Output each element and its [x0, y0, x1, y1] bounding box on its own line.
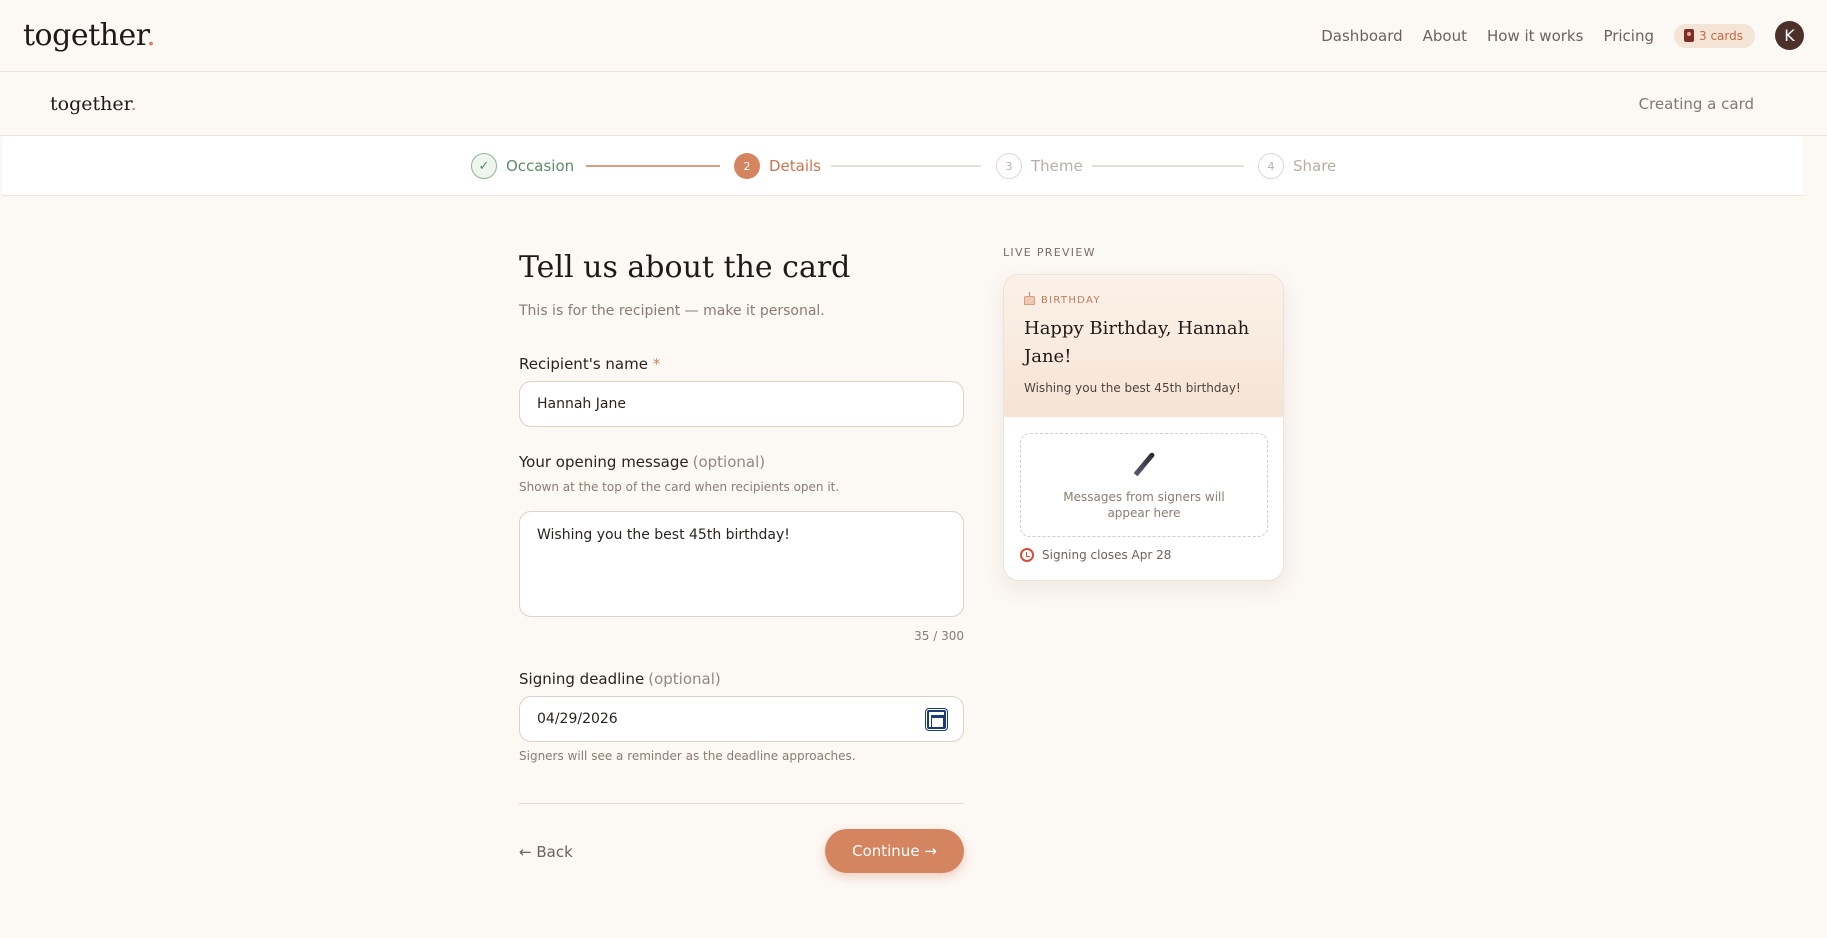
- required-mark: *: [652, 355, 661, 373]
- continue-button[interactable]: Continue →: [825, 829, 964, 873]
- calendar-icon[interactable]: [925, 707, 948, 731]
- live-preview-label: LIVE PREVIEW: [1003, 246, 1096, 259]
- cards-count-pill[interactable]: 3 cards: [1674, 23, 1755, 48]
- occasion-label: BIRTHDAY: [1041, 295, 1101, 306]
- step-label: Occasion: [506, 157, 575, 175]
- signing-deadline-text: Signing closes Apr 28: [1042, 548, 1172, 562]
- progress-stepper: ✓ Occasion 2 Details 3 Theme 4 Share: [2, 136, 1803, 196]
- card-icon: [1684, 29, 1694, 42]
- nav-link-how-it-works[interactable]: How it works: [1487, 27, 1583, 45]
- page-subtitle: This is for the recipient — make it pers…: [519, 303, 825, 319]
- step-connector: [1092, 165, 1244, 167]
- message-label-text: Your opening message: [519, 453, 689, 471]
- optional-tag: (optional): [648, 670, 721, 688]
- step-number: 3: [996, 153, 1022, 179]
- step-share: 4 Share: [1258, 153, 1336, 179]
- recipient-label-text: Recipient's name: [519, 355, 648, 373]
- step-number: 4: [1258, 153, 1284, 179]
- opening-message-textarea[interactable]: Wishing you the best 45th birthday!: [519, 511, 964, 617]
- signers-placeholder-box: Messages from signers will appear here: [1020, 433, 1268, 537]
- recipient-name-input[interactable]: Hannah Jane: [519, 381, 964, 427]
- divider: [519, 803, 964, 804]
- secondary-logo-dot: .: [130, 92, 137, 115]
- step-number: 2: [734, 153, 760, 179]
- logo[interactable]: together.: [23, 18, 156, 53]
- card-preview-header: BIRTHDAY Happy Birthday, Hannah Jane! Wi…: [1004, 275, 1283, 417]
- signing-deadline-row: Signing closes Apr 28: [1020, 548, 1171, 562]
- optional-tag: (optional): [692, 453, 766, 471]
- message-label: Your opening message (optional): [519, 453, 765, 471]
- step-label: Share: [1293, 157, 1337, 175]
- cake-icon: [1024, 292, 1035, 305]
- nav-right: Dashboard About How it works Pricing 3 c…: [1321, 21, 1804, 50]
- recipient-label: Recipient's name *: [519, 355, 660, 373]
- nav-link-about[interactable]: About: [1423, 27, 1467, 45]
- pen-icon: [1129, 449, 1159, 479]
- step-connector: [831, 165, 981, 167]
- card-preview: BIRTHDAY Happy Birthday, Hannah Jane! Wi…: [1003, 274, 1284, 581]
- page-title: Tell us about the card: [519, 250, 851, 285]
- occasion-tag: BIRTHDAY: [1024, 292, 1263, 306]
- secondary-logo[interactable]: together.: [50, 93, 137, 115]
- top-nav: together. Dashboard About How it works P…: [0, 0, 1827, 72]
- deadline-date-input[interactable]: 04/29/2026: [519, 696, 964, 742]
- deadline-label-text: Signing deadline: [519, 670, 645, 688]
- deadline-help: Signers will see a reminder as the deadl…: [519, 749, 856, 763]
- nav-link-dashboard[interactable]: Dashboard: [1321, 27, 1402, 45]
- logo-text: together: [23, 18, 147, 53]
- creating-status: Creating a card: [1638, 94, 1754, 113]
- preview-message: Wishing you the best 45th birthday!: [1024, 381, 1241, 395]
- check-icon: ✓: [471, 153, 497, 179]
- secondary-logo-text: together: [50, 92, 131, 115]
- avatar[interactable]: K: [1775, 21, 1804, 50]
- cards-count-label: 3 cards: [1699, 28, 1743, 43]
- preview-title: Happy Birthday, Hannah Jane!: [1024, 318, 1250, 367]
- step-details[interactable]: 2 Details: [734, 153, 821, 179]
- logo-dot: .: [146, 18, 156, 53]
- deadline-label: Signing deadline (optional): [519, 670, 721, 688]
- alarm-clock-icon: [1020, 548, 1034, 562]
- step-occasion[interactable]: ✓ Occasion: [471, 153, 574, 179]
- step-label: Theme: [1031, 157, 1083, 175]
- back-button[interactable]: ← Back: [519, 843, 573, 861]
- signers-placeholder-text: Messages from signers will appear here: [1063, 490, 1225, 520]
- deadline-value: 04/29/2026: [537, 711, 618, 727]
- message-help: Shown at the top of the card when recipi…: [519, 480, 840, 494]
- step-theme: 3 Theme: [996, 153, 1083, 179]
- character-counter: 35 / 300: [914, 629, 964, 643]
- nav-link-pricing[interactable]: Pricing: [1603, 27, 1654, 45]
- step-label: Details: [769, 157, 822, 175]
- step-connector: [586, 165, 720, 167]
- sub-header: together. Creating a card: [0, 72, 1827, 136]
